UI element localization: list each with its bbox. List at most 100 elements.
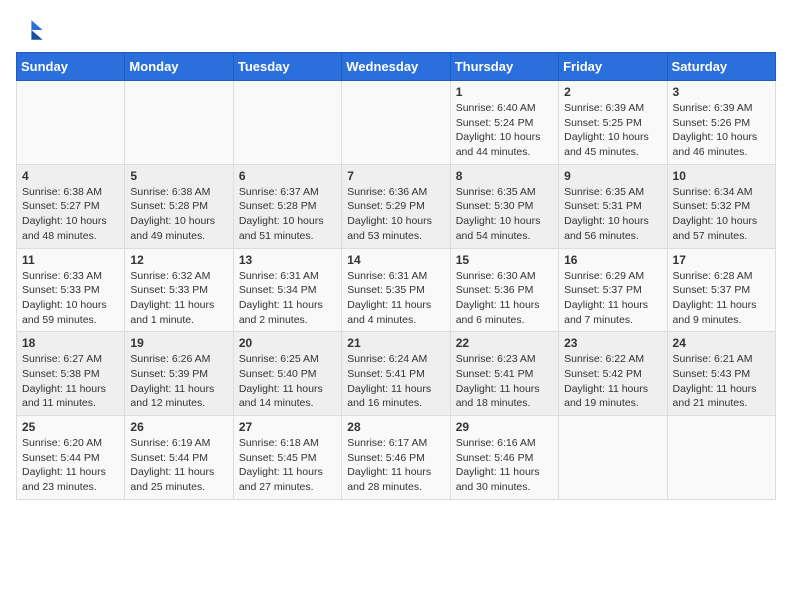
calendar-cell: 9 Sunrise: 6:35 AM Sunset: 5:31 PM Daylig… xyxy=(559,164,667,248)
calendar-week-2: 11 Sunrise: 6:33 AM Sunset: 5:33 PM Dayli… xyxy=(17,248,776,332)
calendar-cell: 12 Sunrise: 6:32 AM Sunset: 5:33 PM Dayli… xyxy=(125,248,233,332)
day-number: 5 xyxy=(130,169,227,183)
day-info: Sunrise: 6:24 AM Sunset: 5:41 PM Dayligh… xyxy=(347,352,444,411)
calendar-cell: 10 Sunrise: 6:34 AM Sunset: 5:32 PM Dayli… xyxy=(667,164,775,248)
day-info: Sunrise: 6:20 AM Sunset: 5:44 PM Dayligh… xyxy=(22,436,119,495)
header-sunday: Sunday xyxy=(17,53,125,81)
day-number: 21 xyxy=(347,336,444,350)
day-info: Sunrise: 6:39 AM Sunset: 5:26 PM Dayligh… xyxy=(673,101,770,160)
day-info: Sunrise: 6:39 AM Sunset: 5:25 PM Dayligh… xyxy=(564,101,661,160)
day-info: Sunrise: 6:17 AM Sunset: 5:46 PM Dayligh… xyxy=(347,436,444,495)
day-info: Sunrise: 6:36 AM Sunset: 5:29 PM Dayligh… xyxy=(347,185,444,244)
calendar-header-row: SundayMondayTuesdayWednesdayThursdayFrid… xyxy=(17,53,776,81)
calendar-cell: 1 Sunrise: 6:40 AM Sunset: 5:24 PM Daylig… xyxy=(450,81,558,165)
calendar-cell xyxy=(17,81,125,165)
day-number: 29 xyxy=(456,420,553,434)
day-info: Sunrise: 6:40 AM Sunset: 5:24 PM Dayligh… xyxy=(456,101,553,160)
day-info: Sunrise: 6:31 AM Sunset: 5:35 PM Dayligh… xyxy=(347,269,444,328)
day-number: 23 xyxy=(564,336,661,350)
day-info: Sunrise: 6:19 AM Sunset: 5:44 PM Dayligh… xyxy=(130,436,227,495)
day-number: 17 xyxy=(673,253,770,267)
day-info: Sunrise: 6:28 AM Sunset: 5:37 PM Dayligh… xyxy=(673,269,770,328)
day-info: Sunrise: 6:22 AM Sunset: 5:42 PM Dayligh… xyxy=(564,352,661,411)
calendar-cell: 7 Sunrise: 6:36 AM Sunset: 5:29 PM Daylig… xyxy=(342,164,450,248)
header-thursday: Thursday xyxy=(450,53,558,81)
calendar-cell: 17 Sunrise: 6:28 AM Sunset: 5:37 PM Dayli… xyxy=(667,248,775,332)
calendar-cell: 21 Sunrise: 6:24 AM Sunset: 5:41 PM Dayli… xyxy=(342,332,450,416)
day-info: Sunrise: 6:29 AM Sunset: 5:37 PM Dayligh… xyxy=(564,269,661,328)
calendar-week-1: 4Sunrise: 6:38 AM Sunset: 5:27 PM Daylig… xyxy=(17,164,776,248)
calendar-cell xyxy=(559,416,667,500)
day-number: 25 xyxy=(22,420,119,434)
calendar-cell xyxy=(667,416,775,500)
day-info: Sunrise: 6:35 AM Sunset: 5:30 PM Dayligh… xyxy=(456,185,553,244)
day-number: 19 xyxy=(130,336,227,350)
day-info: Sunrise: 6:18 AM Sunset: 5:45 PM Dayligh… xyxy=(239,436,336,495)
calendar-cell: 29Sunrise: 6:16 AM Sunset: 5:46 PM Dayli… xyxy=(450,416,558,500)
header-monday: Monday xyxy=(125,53,233,81)
day-number: 15 xyxy=(456,253,553,267)
header-tuesday: Tuesday xyxy=(233,53,341,81)
calendar-cell: 2 Sunrise: 6:39 AM Sunset: 5:25 PM Daylig… xyxy=(559,81,667,165)
day-info: Sunrise: 6:23 AM Sunset: 5:41 PM Dayligh… xyxy=(456,352,553,411)
calendar-cell: 6Sunrise: 6:37 AM Sunset: 5:28 PM Daylig… xyxy=(233,164,341,248)
header-wednesday: Wednesday xyxy=(342,53,450,81)
day-number: 7 xyxy=(347,169,444,183)
calendar-cell xyxy=(342,81,450,165)
day-number: 10 xyxy=(673,169,770,183)
day-number: 12 xyxy=(130,253,227,267)
calendar-cell: 20 Sunrise: 6:25 AM Sunset: 5:40 PM Dayli… xyxy=(233,332,341,416)
calendar-cell: 23 Sunrise: 6:22 AM Sunset: 5:42 PM Dayli… xyxy=(559,332,667,416)
day-number: 22 xyxy=(456,336,553,350)
calendar-cell: 28 Sunrise: 6:17 AM Sunset: 5:46 PM Dayli… xyxy=(342,416,450,500)
day-info: Sunrise: 6:38 AM Sunset: 5:28 PM Dayligh… xyxy=(130,185,227,244)
day-number: 4 xyxy=(22,169,119,183)
day-info: Sunrise: 6:30 AM Sunset: 5:36 PM Dayligh… xyxy=(456,269,553,328)
day-number: 24 xyxy=(673,336,770,350)
calendar-week-0: 1 Sunrise: 6:40 AM Sunset: 5:24 PM Daylig… xyxy=(17,81,776,165)
calendar-cell: 27Sunrise: 6:18 AM Sunset: 5:45 PM Dayli… xyxy=(233,416,341,500)
day-info: Sunrise: 6:31 AM Sunset: 5:34 PM Dayligh… xyxy=(239,269,336,328)
day-number: 26 xyxy=(130,420,227,434)
calendar-cell: 3Sunrise: 6:39 AM Sunset: 5:26 PM Daylig… xyxy=(667,81,775,165)
day-number: 1 xyxy=(456,85,553,99)
day-number: 13 xyxy=(239,253,336,267)
calendar-cell: 26 Sunrise: 6:19 AM Sunset: 5:44 PM Dayli… xyxy=(125,416,233,500)
day-info: Sunrise: 6:35 AM Sunset: 5:31 PM Dayligh… xyxy=(564,185,661,244)
day-number: 14 xyxy=(347,253,444,267)
header xyxy=(16,16,776,44)
calendar-cell: 22 Sunrise: 6:23 AM Sunset: 5:41 PM Dayli… xyxy=(450,332,558,416)
calendar-cell xyxy=(233,81,341,165)
day-info: Sunrise: 6:26 AM Sunset: 5:39 PM Dayligh… xyxy=(130,352,227,411)
calendar-cell: 13 Sunrise: 6:31 AM Sunset: 5:34 PM Dayli… xyxy=(233,248,341,332)
day-number: 2 xyxy=(564,85,661,99)
logo-icon xyxy=(16,16,44,44)
header-friday: Friday xyxy=(559,53,667,81)
day-number: 20 xyxy=(239,336,336,350)
calendar-week-4: 25 Sunrise: 6:20 AM Sunset: 5:44 PM Dayli… xyxy=(17,416,776,500)
calendar-cell: 24Sunrise: 6:21 AM Sunset: 5:43 PM Dayli… xyxy=(667,332,775,416)
calendar-cell: 25 Sunrise: 6:20 AM Sunset: 5:44 PM Dayli… xyxy=(17,416,125,500)
day-number: 6 xyxy=(239,169,336,183)
day-info: Sunrise: 6:25 AM Sunset: 5:40 PM Dayligh… xyxy=(239,352,336,411)
calendar-cell: 18Sunrise: 6:27 AM Sunset: 5:38 PM Dayli… xyxy=(17,332,125,416)
day-number: 9 xyxy=(564,169,661,183)
day-number: 16 xyxy=(564,253,661,267)
day-info: Sunrise: 6:32 AM Sunset: 5:33 PM Dayligh… xyxy=(130,269,227,328)
calendar-cell: 11 Sunrise: 6:33 AM Sunset: 5:33 PM Dayli… xyxy=(17,248,125,332)
calendar-cell: 16 Sunrise: 6:29 AM Sunset: 5:37 PM Dayli… xyxy=(559,248,667,332)
calendar-cell: 14 Sunrise: 6:31 AM Sunset: 5:35 PM Dayli… xyxy=(342,248,450,332)
day-info: Sunrise: 6:34 AM Sunset: 5:32 PM Dayligh… xyxy=(673,185,770,244)
day-number: 11 xyxy=(22,253,119,267)
calendar-week-3: 18Sunrise: 6:27 AM Sunset: 5:38 PM Dayli… xyxy=(17,332,776,416)
day-info: Sunrise: 6:33 AM Sunset: 5:33 PM Dayligh… xyxy=(22,269,119,328)
logo xyxy=(16,16,48,44)
day-number: 28 xyxy=(347,420,444,434)
calendar-cell: 15 Sunrise: 6:30 AM Sunset: 5:36 PM Dayli… xyxy=(450,248,558,332)
day-number: 8 xyxy=(456,169,553,183)
calendar-cell xyxy=(125,81,233,165)
calendar-table: SundayMondayTuesdayWednesdayThursdayFrid… xyxy=(16,52,776,500)
day-number: 18 xyxy=(22,336,119,350)
calendar-cell: 8 Sunrise: 6:35 AM Sunset: 5:30 PM Daylig… xyxy=(450,164,558,248)
header-saturday: Saturday xyxy=(667,53,775,81)
